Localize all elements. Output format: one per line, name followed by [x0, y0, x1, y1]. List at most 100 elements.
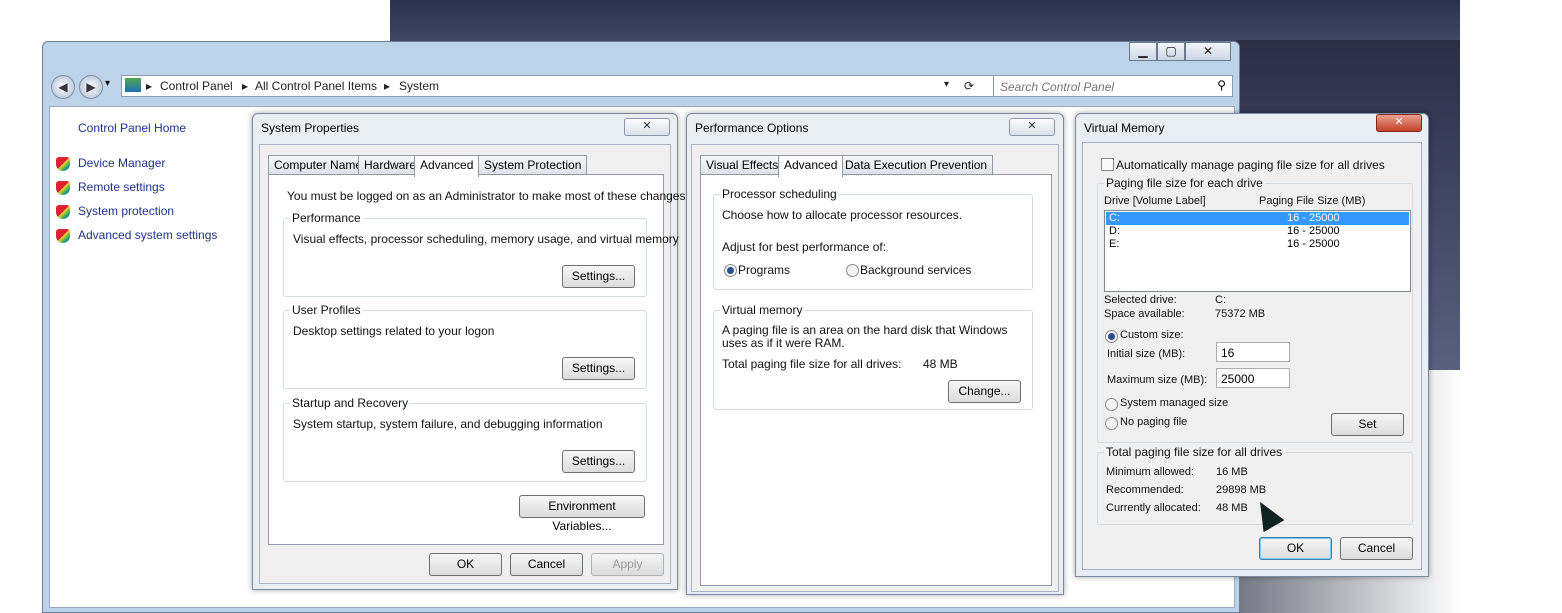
performance-options-dialog: Performance Options ✕ Visual Effects Adv… — [686, 113, 1064, 595]
group-title: Processor scheduling — [720, 187, 839, 201]
programs-label[interactable]: Programs — [738, 263, 790, 277]
initial-size-input[interactable]: 16 — [1216, 342, 1290, 362]
sidebar-home-link[interactable]: Control Panel Home — [78, 121, 186, 135]
shield-icon — [56, 228, 70, 243]
dialog-body: Visual Effects Advanced Data Execution P… — [691, 144, 1059, 592]
search-input[interactable] — [998, 78, 1202, 96]
tab-advanced[interactable]: Advanced — [414, 155, 480, 177]
dialog-title: Virtual Memory — [1084, 121, 1165, 135]
auto-manage-checkbox[interactable] — [1101, 158, 1114, 171]
background-services-radio[interactable] — [846, 264, 859, 277]
custom-size-radio[interactable] — [1105, 330, 1118, 343]
sidebar-item-label: System protection — [78, 204, 175, 218]
system-managed-label[interactable]: System managed size — [1120, 397, 1228, 409]
shield-icon — [56, 180, 70, 195]
maximum-size-label: Maximum size (MB): — [1107, 374, 1208, 386]
group-title: Total paging file size for all drives — [1104, 445, 1285, 459]
total-paging-label: Total paging file size for all drives: — [722, 357, 902, 371]
paging-file-group: Paging file size for each drive Drive [V… — [1097, 176, 1413, 443]
virtual-memory-description: A paging file is an area on the hard dis… — [722, 323, 1008, 350]
set-button[interactable]: Set — [1331, 413, 1404, 436]
breadcrumb-control-panel[interactable]: Control Panel — [160, 79, 233, 93]
search-icon[interactable]: ⚲ — [1217, 78, 1226, 92]
sidebar-item-device-manager[interactable]: Device Manager — [56, 156, 165, 174]
total-paging-value: 48 MB — [923, 357, 958, 371]
breadcrumb-system[interactable]: System — [399, 79, 439, 93]
drives-list: C: 16 - 25000 D: 16 - 25000 E: 16 - 2500… — [1104, 210, 1411, 292]
tab-hardware[interactable]: Hardware — [358, 155, 423, 174]
background-services-label[interactable]: Background services — [860, 263, 971, 277]
refresh-icon[interactable]: ⟳ — [964, 79, 974, 93]
change-button[interactable]: Change... — [948, 380, 1021, 403]
size-column-header: Paging File Size (MB) — [1259, 195, 1366, 207]
programs-radio[interactable] — [724, 264, 737, 277]
selected-drive-label: Selected drive: — [1104, 294, 1177, 306]
ok-button[interactable]: OK — [1259, 537, 1332, 560]
minimum-allowed-label: Minimum allowed: — [1106, 466, 1195, 478]
close-button[interactable]: ✕ — [1009, 118, 1055, 136]
custom-size-label[interactable]: Custom size: — [1120, 329, 1184, 341]
list-item[interactable]: C: 16 - 25000 — [1106, 212, 1409, 225]
dialog-title: System Properties — [261, 121, 360, 135]
recent-pages-dropdown-icon[interactable]: ▾ — [105, 78, 110, 89]
apply-button[interactable]: Apply — [591, 553, 664, 576]
list-item[interactable]: E: 16 - 25000 — [1106, 238, 1409, 251]
tab-computer-name[interactable]: Computer Name — [268, 155, 369, 174]
recommended-value: 29898 MB — [1216, 484, 1267, 496]
auto-manage-label[interactable]: Automatically manage paging file size fo… — [1116, 158, 1385, 172]
group-title: Virtual memory — [720, 303, 805, 317]
tab-system-protection[interactable]: System Protection — [478, 155, 588, 174]
user-profiles-group: User Profiles Desktop settings related t… — [283, 303, 647, 389]
shield-icon — [56, 204, 70, 219]
cancel-button[interactable]: Cancel — [1340, 537, 1413, 560]
sidebar-item-label: Advanced system settings — [78, 228, 218, 242]
sidebar-item-remote-settings[interactable]: Remote settings — [56, 180, 165, 198]
address-dropdown-icon[interactable]: ▾ — [944, 79, 949, 90]
tab-advanced[interactable]: Advanced — [778, 155, 844, 177]
breadcrumb-separator-icon: ▸ — [146, 79, 153, 93]
navigation-bar: ◀ ▶ ▾ ▸ Control Panel ▸ All Control Pane… — [49, 72, 1233, 100]
control-panel-icon — [125, 78, 141, 92]
sidebar-item-system-protection[interactable]: System protection — [56, 204, 174, 222]
minimize-button[interactable]: ▁ — [1129, 42, 1157, 61]
breadcrumb-all-items[interactable]: All Control Panel Items — [255, 79, 377, 93]
tab-data-execution-prevention[interactable]: Data Execution Prevention — [839, 155, 994, 174]
list-item[interactable]: D: 16 - 25000 — [1106, 225, 1409, 238]
drive-letter: D: — [1109, 225, 1120, 237]
cancel-button[interactable]: Cancel — [510, 553, 583, 576]
currently-allocated-label: Currently allocated: — [1106, 502, 1201, 514]
address-bar[interactable]: ▸ Control Panel ▸ All Control Panel Item… — [121, 75, 1013, 97]
processor-scheduling-group: Processor scheduling Choose how to alloc… — [713, 187, 1033, 290]
environment-variables-button[interactable]: Environment Variables... — [519, 495, 645, 533]
user-profiles-settings-button[interactable]: Settings... — [562, 357, 635, 380]
maximize-button[interactable]: ▢ — [1157, 42, 1185, 61]
group-title: User Profiles — [290, 303, 363, 317]
shield-icon — [56, 156, 70, 171]
ok-button[interactable]: OK — [429, 553, 502, 576]
close-button[interactable]: ✕ — [1185, 42, 1231, 61]
performance-settings-button[interactable]: Settings... — [562, 265, 635, 288]
system-managed-radio[interactable] — [1105, 398, 1118, 411]
no-paging-label[interactable]: No paging file — [1120, 416, 1187, 428]
advanced-tab-panel: Processor scheduling Choose how to alloc… — [700, 174, 1052, 586]
processor-description: Choose how to allocate processor resourc… — [722, 208, 963, 222]
minimum-allowed-value: 16 MB — [1216, 466, 1248, 478]
tab-visual-effects[interactable]: Visual Effects — [700, 155, 785, 174]
advanced-tab-panel: You must be logged on as an Administrato… — [268, 174, 689, 545]
group-description: Desktop settings related to your logon — [293, 324, 495, 338]
selected-drive-value: C: — [1215, 294, 1226, 306]
drive-size: 16 - 25000 — [1287, 212, 1340, 224]
maximum-size-input[interactable]: 25000 — [1216, 368, 1290, 388]
close-button[interactable]: ✕ — [1376, 114, 1422, 132]
dialog-title: Performance Options — [695, 121, 809, 135]
performance-group: Performance Visual effects, processor sc… — [283, 211, 679, 297]
sidebar-item-advanced-settings[interactable]: Advanced system settings — [56, 228, 217, 246]
back-button[interactable]: ◀ — [51, 75, 75, 99]
startup-settings-button[interactable]: Settings... — [562, 450, 635, 473]
forward-button[interactable]: ▶ — [79, 75, 103, 99]
window-caption-buttons: ▁ ▢ ✕ — [1129, 42, 1231, 61]
close-button[interactable]: ✕ — [624, 118, 670, 136]
no-paging-radio[interactable] — [1105, 417, 1118, 430]
system-properties-dialog: System Properties ✕ Computer Name Hardwa… — [252, 113, 689, 590]
drive-letter: E: — [1109, 238, 1120, 250]
